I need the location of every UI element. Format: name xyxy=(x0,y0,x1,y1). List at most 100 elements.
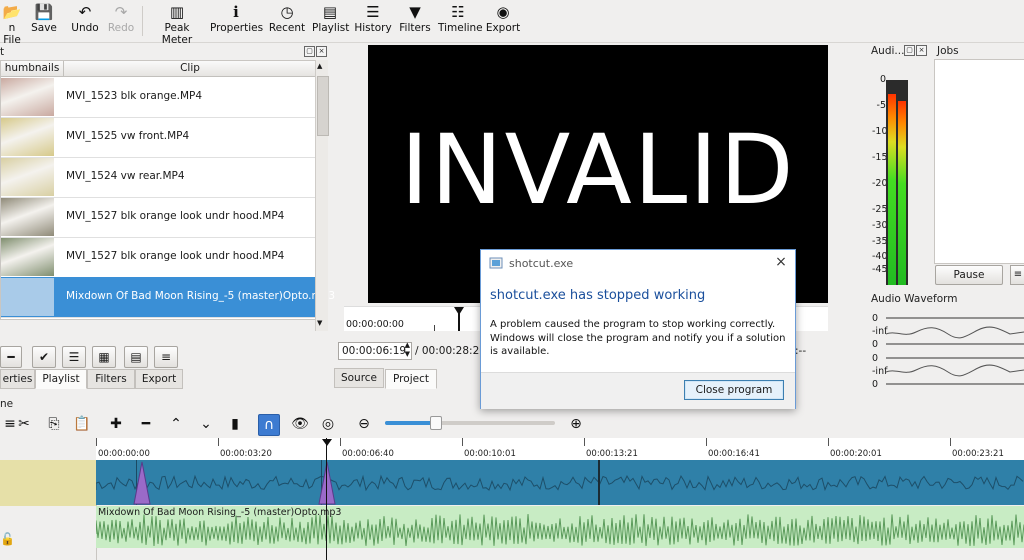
dialog-heading: shotcut.exe has stopped working xyxy=(490,288,706,303)
properties-icon: i xyxy=(233,3,239,21)
jobs-list[interactable] xyxy=(934,59,1024,264)
save-button[interactable]: 💾 Save xyxy=(30,2,58,40)
snap-icon[interactable]: ∩ xyxy=(258,414,280,436)
ruler-tick xyxy=(340,438,341,446)
lift-icon[interactable]: ⌃ xyxy=(166,414,186,434)
zoom-slider-handle[interactable] xyxy=(430,416,442,430)
invalid-video-text: INVALID xyxy=(400,114,796,226)
ruler-tick-label: 00:00:16:41 xyxy=(708,449,760,459)
playlist-scrollbar[interactable]: ▲ ▼ xyxy=(315,60,329,331)
clip-thumbnail xyxy=(1,158,54,196)
lock-icon[interactable]: 🔓 xyxy=(0,532,15,546)
column-header-thumbnails[interactable]: humbnails xyxy=(1,61,64,77)
history-button[interactable]: ☰ History xyxy=(354,2,392,40)
ruler-tick-label: 00:00:10:01 xyxy=(464,449,516,459)
float-panel-icon[interactable]: ▢ xyxy=(304,46,315,57)
playlist-row[interactable]: MVI_1523 blk orange.MP4 xyxy=(1,77,316,118)
undo-button[interactable]: ↶ Undo xyxy=(70,2,100,40)
position-timecode-input[interactable]: 00:00:06:19 ▲ ▼ xyxy=(338,341,412,360)
list-view-icon: ☰ xyxy=(68,350,80,364)
column-header-clip[interactable]: Clip xyxy=(64,61,317,77)
export-button[interactable]: ◉ Export xyxy=(484,2,522,40)
pause-button[interactable]: Pause xyxy=(935,265,1003,285)
clip-name: MVI_1523 blk orange.MP4 xyxy=(66,90,203,102)
details-view-button[interactable]: ☰ xyxy=(62,346,86,368)
jobs-menu-button[interactable]: ≡ xyxy=(1010,265,1024,285)
timeline-playhead-marker[interactable] xyxy=(322,439,332,446)
tab-properties[interactable]: erties xyxy=(0,369,35,389)
audio-clip-waveform xyxy=(96,514,1024,547)
scroll-down-icon[interactable]: ▼ xyxy=(317,319,322,327)
meter-scale-label: -40 xyxy=(872,251,888,262)
ruler-tick xyxy=(434,325,435,331)
playlist-row[interactable]: MVI_1527 blk orange look undr hood.MP4 xyxy=(1,237,316,278)
meter-scale-label: -35 xyxy=(872,236,888,247)
scrub-icon[interactable]: ◎ xyxy=(318,414,338,434)
menu-icon: ≡ xyxy=(160,350,172,364)
redo-icon: ↷ xyxy=(114,3,128,21)
dialog-title: shotcut.exe xyxy=(509,257,574,270)
zoom-in-icon[interactable]: ⊕ xyxy=(566,414,586,434)
playlist-menu-button[interactable]: ≡ xyxy=(154,346,178,368)
timeline-ruler[interactable]: 00:00:00:00 00:00:03:20 00:00:06:40 00:00:1… xyxy=(96,438,1024,461)
ruler-tick-label: 00:00:03:20 xyxy=(220,449,272,459)
video-track-header[interactable] xyxy=(0,460,96,506)
video-track[interactable] xyxy=(96,460,1024,505)
close-panel-icon[interactable]: × xyxy=(316,46,327,57)
tiles-view-button[interactable]: ▦ xyxy=(92,346,116,368)
clip-name: MVI_1525 vw front.MP4 xyxy=(66,130,190,142)
audio-track-clip[interactable]: Mixdown Of Bad Moon Rising_-5 (master)Op… xyxy=(96,506,1024,548)
peak-meter-icon: ▥ xyxy=(169,3,185,21)
spin-arrows-icon[interactable]: ▲ ▼ xyxy=(405,341,410,359)
ruler-tick xyxy=(828,438,829,446)
dialog-close-icon[interactable]: × xyxy=(773,254,789,270)
playlist-button[interactable]: ▤ Playlist xyxy=(312,2,349,40)
tab-project[interactable]: Project xyxy=(385,369,437,389)
split-icon[interactable]: ▮ xyxy=(225,414,245,434)
remove-icon[interactable]: ━ xyxy=(136,414,156,434)
copy-icon[interactable]: ⎘ xyxy=(44,414,64,434)
clip-thumbnail xyxy=(1,78,54,116)
filters-button[interactable]: ▼ Filters xyxy=(398,2,432,40)
scroll-up-icon[interactable]: ▲ xyxy=(317,62,322,70)
cut-icon[interactable]: ✂ xyxy=(14,414,34,434)
recent-button[interactable]: ◷ Recent xyxy=(268,2,306,40)
tab-playlist[interactable]: Playlist xyxy=(35,369,87,389)
timeline-button[interactable]: ☷ Timeline xyxy=(438,2,483,40)
dialog-message: A problem caused the program to stop wor… xyxy=(490,319,786,357)
playlist-row[interactable]: Mixdown Of Bad Moon Rising_-5 (master)Op… xyxy=(1,277,335,318)
properties-button[interactable]: i Properties xyxy=(210,2,263,40)
playlist-row[interactable]: MVI_1525 vw front.MP4 xyxy=(1,117,316,158)
append-icon[interactable]: ✚ xyxy=(106,414,126,434)
meter-scale-label: -20 xyxy=(872,178,888,189)
tab-source[interactable]: Source xyxy=(334,368,384,388)
playlist-row[interactable]: MVI_1527 blk orange look undr hood.MP4 xyxy=(1,197,316,238)
scrollbar-thumb[interactable] xyxy=(317,76,329,136)
transition-2[interactable] xyxy=(317,460,337,505)
playlist-row[interactable]: MVI_1524 vw rear.MP4 xyxy=(1,157,316,198)
peak-meter-button[interactable]: ▥ Peak Meter xyxy=(148,2,206,46)
overwrite-icon[interactable]: ⌄ xyxy=(196,414,216,434)
float-panel-icon[interactable]: ▢ xyxy=(904,45,915,56)
ruler-tick-label: 00:00:23:21 xyxy=(952,449,1004,459)
close-program-button[interactable]: Close program xyxy=(684,380,784,400)
timeline-icon: ☷ xyxy=(451,3,465,21)
clip-name: MVI_1527 blk orange look undr hood.MP4 xyxy=(66,210,285,222)
ruler-tick xyxy=(96,438,97,446)
remove-clip-button[interactable]: ━ xyxy=(0,346,22,368)
timeline-playhead[interactable] xyxy=(326,438,327,560)
icons-view-button[interactable]: ▤ xyxy=(124,346,148,368)
tab-export[interactable]: Export xyxy=(135,369,183,389)
zoom-slider[interactable] xyxy=(385,416,555,430)
open-file-button[interactable]: 📂 n File xyxy=(0,2,24,46)
zoom-out-icon[interactable]: ⊖ xyxy=(354,414,374,434)
paste-icon[interactable]: 📋 xyxy=(72,414,92,434)
clip-thumbnail xyxy=(1,278,54,316)
ripple-icon[interactable]: 👁 xyxy=(290,414,310,434)
close-panel-icon[interactable]: × xyxy=(916,45,927,56)
audio-waveform-graph xyxy=(886,317,1024,385)
update-clip-button[interactable]: ✔ xyxy=(32,346,56,368)
tab-filters[interactable]: Filters xyxy=(87,369,135,389)
transition-1[interactable] xyxy=(132,460,152,505)
redo-button[interactable]: ↷ Redo xyxy=(106,2,136,40)
